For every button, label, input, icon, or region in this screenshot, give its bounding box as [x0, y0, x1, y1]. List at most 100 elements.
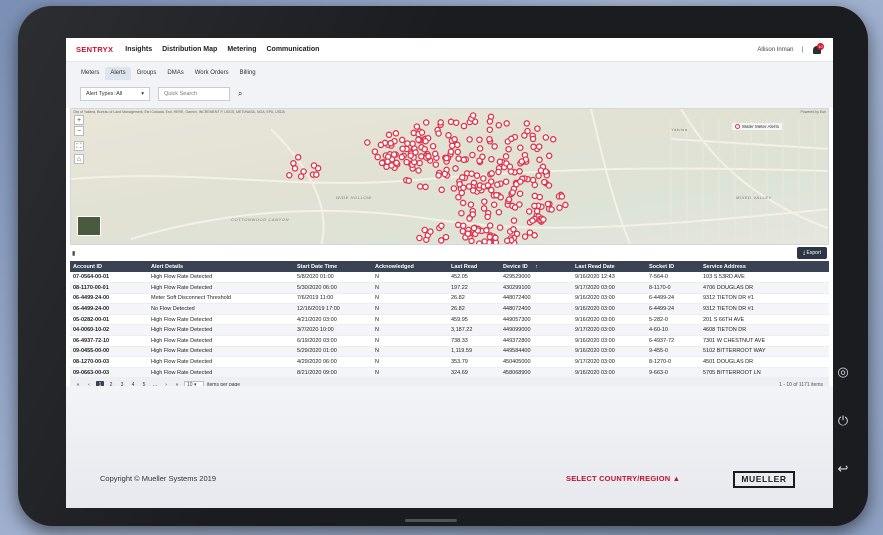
tab-billing[interactable]: Billing	[235, 67, 261, 80]
alert-marker-icon[interactable]	[484, 182, 492, 189]
alert-marker-icon[interactable]	[377, 141, 385, 149]
alert-marker-icon[interactable]	[415, 136, 422, 143]
alert-marker-icon[interactable]	[493, 191, 500, 199]
alert-marker-icon[interactable]	[438, 186, 445, 194]
alert-marker-icon[interactable]	[506, 163, 514, 170]
alert-marker-icon[interactable]	[383, 163, 390, 171]
alert-marker-icon[interactable]	[416, 234, 423, 242]
alert-marker-icon[interactable]	[486, 126, 494, 133]
alert-marker-icon[interactable]	[526, 229, 534, 236]
alert-marker-icon[interactable]	[518, 158, 525, 165]
alert-marker-icon[interactable]	[442, 233, 450, 241]
alert-marker-icon[interactable]	[447, 148, 455, 155]
alert-marker-icon[interactable]	[469, 151, 476, 159]
zoom-out-icon[interactable]: −	[74, 126, 84, 136]
select-region-link[interactable]: SELECT COUNTRY/REGION ▲	[566, 474, 680, 483]
alert-marker-icon[interactable]	[562, 201, 569, 209]
alert-marker-icon[interactable]	[405, 177, 413, 184]
alert-marker-icon[interactable]	[549, 136, 557, 143]
col-start-date[interactable]: Start Date Time	[294, 261, 372, 272]
alert-marker-icon[interactable]	[416, 159, 423, 167]
alert-marker-icon[interactable]	[384, 158, 391, 165]
alert-marker-icon[interactable]	[290, 160, 297, 167]
alert-marker-icon[interactable]	[480, 205, 488, 212]
alert-marker-icon[interactable]	[503, 120, 510, 127]
alert-marker-icon[interactable]	[443, 154, 450, 162]
search-icon[interactable]: ⌕	[238, 89, 242, 99]
alert-marker-icon[interactable]	[510, 217, 518, 224]
tab-alerts[interactable]: Alerts	[105, 67, 131, 80]
alert-marker-icon[interactable]	[398, 153, 406, 161]
alert-marker-icon[interactable]	[534, 125, 541, 132]
alert-marker-icon[interactable]	[421, 145, 428, 153]
alert-marker-icon[interactable]	[484, 213, 491, 221]
alert-marker-icon[interactable]	[516, 201, 523, 208]
alert-marker-icon[interactable]	[460, 184, 467, 191]
alert-marker-icon[interactable]	[530, 143, 537, 151]
alert-marker-icon[interactable]	[479, 153, 486, 161]
alert-marker-icon[interactable]	[502, 178, 510, 185]
table-row[interactable]: 09-0663-00-03 High Flow Rate Detected 8/21…	[70, 367, 829, 379]
alert-marker-icon[interactable]	[455, 193, 462, 201]
alert-marker-icon[interactable]	[480, 175, 487, 182]
alert-marker-icon[interactable]	[537, 167, 545, 174]
alert-marker-icon[interactable]	[541, 178, 548, 186]
alert-marker-icon[interactable]	[437, 237, 445, 244]
alert-marker-icon[interactable]	[422, 119, 430, 126]
alert-marker-icon[interactable]	[392, 130, 400, 137]
alert-marker-icon[interactable]	[521, 233, 529, 240]
alert-marker-icon[interactable]	[496, 224, 504, 231]
alert-marker-icon[interactable]	[432, 161, 440, 168]
alert-marker-icon[interactable]	[558, 193, 566, 200]
alert-marker-icon[interactable]	[517, 144, 524, 151]
alert-marker-icon[interactable]	[421, 226, 428, 234]
alert-marker-icon[interactable]	[459, 227, 467, 235]
alert-marker-icon[interactable]	[464, 230, 472, 237]
alert-marker-icon[interactable]	[467, 201, 475, 208]
table-row[interactable]: 07-0564-00-01 High Flow Rate Detected 5/8/…	[70, 272, 829, 284]
alert-marker-icon[interactable]	[535, 143, 543, 150]
alert-marker-icon[interactable]	[459, 199, 467, 207]
alert-marker-icon[interactable]	[491, 143, 498, 150]
alert-marker-icon[interactable]	[529, 217, 536, 224]
alert-marker-icon[interactable]	[460, 156, 468, 164]
alert-marker-icon[interactable]	[505, 196, 513, 203]
tab-groups[interactable]: Groups	[132, 67, 162, 80]
alert-marker-icon[interactable]	[517, 178, 524, 185]
alert-marker-icon[interactable]	[531, 202, 538, 210]
alert-marker-icon[interactable]	[412, 149, 419, 156]
alert-marker-icon[interactable]	[451, 136, 458, 143]
basemap-toggle[interactable]	[77, 216, 101, 236]
alert-marker-icon[interactable]	[450, 185, 458, 192]
alert-marker-icon[interactable]	[496, 158, 504, 166]
alerts-map[interactable]: City of Yakima, Bureau of Land Managemen…	[70, 108, 829, 245]
alert-marker-icon[interactable]	[476, 136, 483, 143]
col-last-read-date[interactable]: Last Read Date	[572, 261, 646, 272]
alert-marker-icon[interactable]	[445, 132, 452, 139]
alert-marker-icon[interactable]	[441, 170, 449, 178]
alert-marker-icon[interactable]	[399, 145, 406, 152]
table-row[interactable]: 05-0282-00-01 High Flow Rate Detected 4/21…	[70, 314, 829, 326]
alert-marker-icon[interactable]	[437, 119, 444, 126]
tab-dmas[interactable]: DMAs	[162, 67, 188, 80]
alert-marker-icon[interactable]	[469, 112, 477, 119]
nav-metering[interactable]: Metering	[227, 46, 256, 53]
alert-marker-icon[interactable]	[313, 171, 320, 178]
alert-marker-icon[interactable]	[385, 131, 393, 139]
nav-insights[interactable]: Insights	[125, 46, 152, 53]
alert-marker-icon[interactable]	[535, 172, 542, 179]
alert-marker-icon[interactable]	[398, 136, 406, 144]
nav-communication[interactable]: Communication	[266, 46, 319, 53]
col-alert-details[interactable]: Alert Details	[148, 261, 294, 272]
alert-marker-icon[interactable]	[536, 156, 543, 163]
alert-marker-icon[interactable]	[492, 234, 499, 242]
alert-marker-icon[interactable]	[540, 216, 547, 223]
quick-search-input[interactable]	[158, 87, 230, 101]
col-socket-id[interactable]: Socket ID	[646, 261, 700, 272]
alert-marker-icon[interactable]	[476, 145, 484, 152]
alert-marker-icon[interactable]	[390, 151, 398, 158]
power-icon[interactable]: ⏻	[836, 414, 850, 428]
alert-marker-icon[interactable]	[300, 168, 307, 175]
alert-marker-icon[interactable]	[413, 123, 421, 130]
alert-marker-icon[interactable]	[294, 154, 302, 161]
